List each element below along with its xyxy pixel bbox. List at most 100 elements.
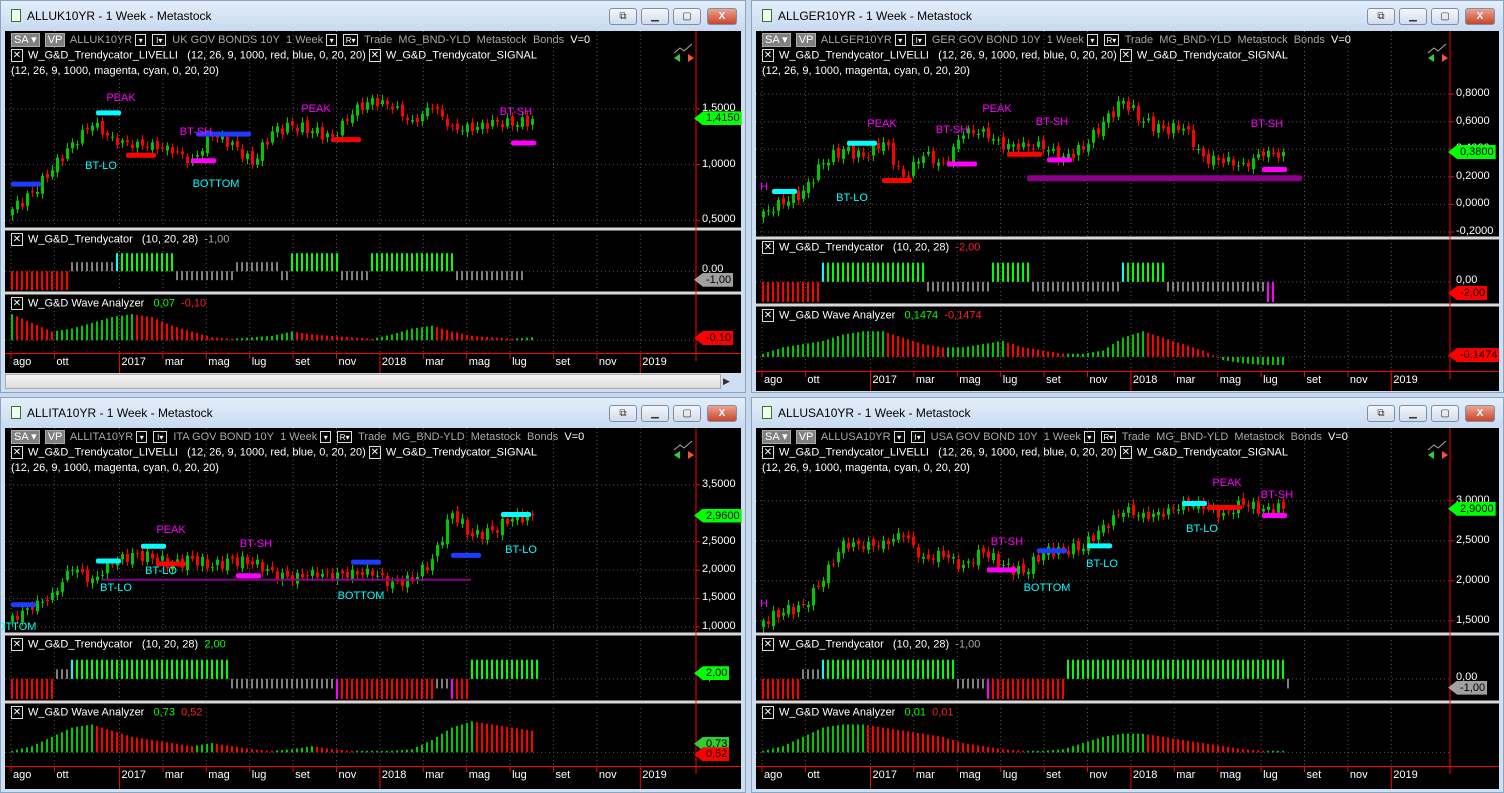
trendycator-pane-header[interactable]: ✕ W_G&D_Trendycator (10, 20, 28) -2,00: [762, 241, 980, 254]
remove-indicator-button[interactable]: ✕: [762, 241, 774, 254]
period-dropdown[interactable]: ▾: [1083, 431, 1095, 444]
pane-splitter[interactable]: [756, 303, 1499, 307]
remove-indicator-button[interactable]: ✕: [11, 446, 23, 459]
remove-indicator-button[interactable]: ✕: [762, 446, 774, 459]
sa-dropdown[interactable]: SA ▾: [762, 430, 791, 444]
remove-indicator-button[interactable]: ✕: [11, 638, 23, 651]
x-axis-label: mag: [1219, 769, 1242, 781]
pane-splitter[interactable]: [5, 700, 741, 704]
trendycator-bar: [997, 262, 999, 282]
trend-arrows-icon[interactable]: [672, 440, 696, 460]
levels-indicator-row[interactable]: ✕ W_G&D_Trendycator_LIVELLI (12, 26, 9, 1…: [11, 446, 537, 459]
pane-splitter[interactable]: [756, 236, 1499, 240]
wave-analyzer-pane-header[interactable]: ✕ W_G&D Wave Analyzer 0,01 0,01: [762, 706, 954, 719]
symbol-dropdown[interactable]: ▾: [136, 431, 148, 444]
wave-analyzer-bar: [1282, 356, 1284, 365]
sa-dropdown[interactable]: SA ▾: [762, 33, 791, 47]
wave-analyzer-bar: [1212, 744, 1214, 753]
levels-indicator-row[interactable]: ✕ W_G&D_Trendycator_LIVELLI (12, 26, 9, 1…: [11, 49, 537, 62]
signal-level-marker: [1007, 151, 1042, 157]
sa-dropdown[interactable]: SA ▾: [11, 430, 40, 444]
remove-indicator-button[interactable]: ✕: [11, 706, 23, 719]
remove-indicator-button[interactable]: ✕: [11, 233, 23, 246]
pane-splitter[interactable]: [756, 700, 1499, 704]
trade[interactable]: Trade: [1122, 431, 1150, 443]
trendycator-bar: [456, 271, 458, 281]
signal-indicator-params-row[interactable]: (12, 26, 9, 1000, magenta, cyan, 0, 20, …: [11, 462, 219, 474]
remove-indicator-button[interactable]: ✕: [762, 49, 774, 62]
vp-button[interactable]: VP: [795, 33, 817, 47]
remove-indicator-button[interactable]: ✕: [11, 49, 23, 62]
trendycator-pane-header[interactable]: ✕ W_G&D_Trendycator (10, 20, 28) 2,00: [11, 638, 226, 651]
trendycator-bar: [932, 281, 934, 292]
symbol-dropdown[interactable]: ▾: [893, 431, 905, 444]
period: 1 Week: [280, 431, 318, 443]
pane-splitter[interactable]: [756, 632, 1499, 636]
symbol-dropdown[interactable]: ▾: [894, 34, 906, 47]
trade[interactable]: Trade: [1125, 34, 1153, 46]
candle-body: [316, 572, 319, 578]
horizontal-scrollbar[interactable]: [5, 374, 721, 389]
chart-toolbar[interactable]: SA ▾ VP ALLUK10YR ▾ I▾ UK GOV BONDS 10Y 1 …: [11, 33, 590, 47]
remove-indicator-button[interactable]: ✕: [1119, 49, 1132, 62]
chart-window-alluk10yr: ALLUK10YR - 1 Week - Metastock ⧉ ▁ ▢ X 1,5000…: [0, 0, 746, 393]
remove-indicator-button[interactable]: ✕: [11, 297, 23, 310]
trend-arrows-icon[interactable]: [1426, 43, 1450, 63]
interval-dropdown[interactable]: I▾: [152, 34, 167, 47]
trendycator-bar: [61, 669, 63, 679]
pane-splitter[interactable]: [5, 632, 741, 636]
period-dropdown[interactable]: ▾: [1086, 34, 1098, 47]
wave-analyzer-bar: [1217, 745, 1219, 753]
signal-indicator-params-row[interactable]: (12, 26, 9, 1000, magenta, cyan, 0, 20, …: [762, 462, 970, 474]
trade[interactable]: Trade: [364, 34, 392, 46]
r-dropdown[interactable]: R▾: [1103, 34, 1119, 47]
candle-body: [967, 561, 970, 563]
interval-dropdown[interactable]: I▾: [910, 431, 925, 444]
r-dropdown[interactable]: R▾: [1100, 431, 1116, 444]
candle-body: [927, 151, 930, 154]
symbol-dropdown[interactable]: ▾: [135, 34, 147, 47]
levels-indicator-row[interactable]: ✕ W_G&D_Trendycator_LIVELLI (12, 26, 9, 1…: [762, 49, 1288, 62]
chart-toolbar[interactable]: SA ▾ VP ALLUSA10YR ▾ I▾ USA GOV BOND 10Y 1…: [762, 430, 1348, 444]
scroll-right-arrow-icon[interactable]: ▶: [723, 376, 730, 387]
remove-indicator-button[interactable]: ✕: [1119, 446, 1132, 459]
levels-indicator-row[interactable]: ✕ W_G&D_Trendycator_LIVELLI (12, 26, 9, 1…: [762, 446, 1288, 459]
trend-arrows-icon[interactable]: [672, 43, 696, 63]
remove-indicator-button[interactable]: ✕: [762, 638, 774, 651]
sa-dropdown[interactable]: SA ▾: [11, 33, 40, 47]
remove-indicator-button[interactable]: ✕: [762, 309, 774, 322]
remove-indicator-button[interactable]: ✕: [368, 49, 381, 62]
r-dropdown[interactable]: R▾: [343, 34, 359, 47]
wave-analyzer-pane-header[interactable]: ✕ W_G&D Wave Analyzer 0,1474 -0,1474: [762, 309, 982, 322]
trendycator-pane-header[interactable]: ✕ W_G&D_Trendycator (10, 20, 28) -1,00: [11, 233, 229, 246]
signal-indicator-params-row[interactable]: (12, 26, 9, 1000, magenta, cyan, 0, 20, …: [762, 65, 970, 77]
chart-toolbar[interactable]: SA ▾ VP ALLITA10YR ▾ I▾ ITA GOV BOND 10Y 1…: [11, 430, 584, 444]
trendycator-bar: [346, 271, 348, 281]
trade[interactable]: Trade: [358, 431, 386, 443]
candle-body: [812, 182, 815, 184]
trendycator-bar: [476, 271, 478, 281]
sa-label: SA: [14, 34, 29, 46]
chart-toolbar[interactable]: SA ▾ VP ALLGER10YR ▾ I▾ GER GOV BOND 10Y 1…: [762, 33, 1351, 47]
signal-indicator-params-row[interactable]: (12, 26, 9, 1000, magenta, cyan, 0, 20, …: [11, 65, 219, 77]
pane-splitter[interactable]: [5, 227, 741, 231]
trend-arrows-icon[interactable]: [1426, 440, 1450, 460]
wave-analyzer-pane-header[interactable]: ✕ W_G&D Wave Analyzer 0,07 -0,10: [11, 297, 206, 310]
remove-indicator-button[interactable]: ✕: [762, 706, 774, 719]
wave-analyzer-bar: [511, 727, 513, 753]
wave-analyzer-bar: [356, 750, 358, 753]
period-dropdown[interactable]: ▾: [320, 431, 332, 444]
interval-dropdown[interactable]: I▾: [153, 431, 168, 444]
remove-indicator-button[interactable]: ✕: [368, 446, 381, 459]
vp-button[interactable]: VP: [44, 33, 66, 47]
x-axis-label: 2019: [642, 356, 667, 368]
trendycator-pane-header[interactable]: ✕ W_G&D_Trendycator (10, 20, 28) -1,00: [762, 638, 980, 651]
r-dropdown[interactable]: R▾: [337, 431, 353, 444]
vp-button[interactable]: VP: [795, 430, 817, 444]
period-dropdown[interactable]: ▾: [326, 34, 338, 47]
interval-dropdown[interactable]: I▾: [911, 34, 926, 47]
vp-button[interactable]: VP: [44, 430, 66, 444]
pane-splitter[interactable]: [5, 291, 741, 295]
trendycator-bar: [897, 659, 899, 679]
wave-analyzer-pane-header[interactable]: ✕ W_G&D Wave Analyzer 0,73 0,52: [11, 706, 203, 719]
